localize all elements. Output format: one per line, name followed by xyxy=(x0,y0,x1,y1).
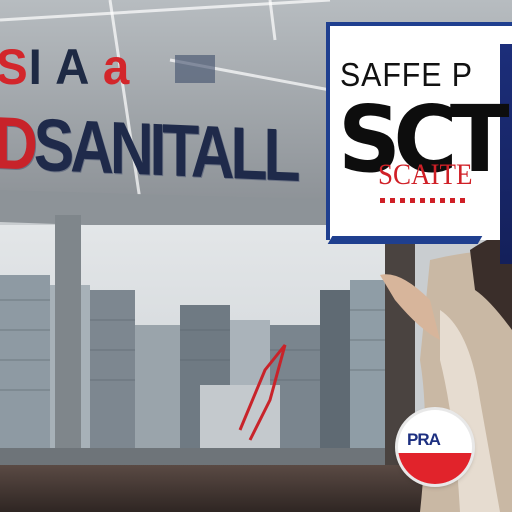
sign-top-left-red-tail: a xyxy=(102,39,131,95)
sign-main-text: SANITALL xyxy=(33,102,297,197)
panel-dots xyxy=(380,198,470,203)
panel-stripe-bottom xyxy=(327,236,483,244)
sign-top-left: SI A a xyxy=(0,38,130,96)
round-badge: PRA xyxy=(398,410,472,484)
sign-top-left-red: S xyxy=(0,39,29,95)
badge-red-half xyxy=(398,452,472,484)
window-mullion xyxy=(55,215,81,475)
panel-red-text: SCAITE xyxy=(378,158,473,191)
poster-panel: SAFFE P SCT SCAITE xyxy=(326,22,512,264)
ceiling-window xyxy=(175,55,215,83)
sign-main-red: D xyxy=(0,101,34,186)
sign-top-left-text: I A xyxy=(28,39,89,95)
sign-main: DSANITALL xyxy=(0,100,296,198)
badge-text: PRA xyxy=(407,430,441,449)
